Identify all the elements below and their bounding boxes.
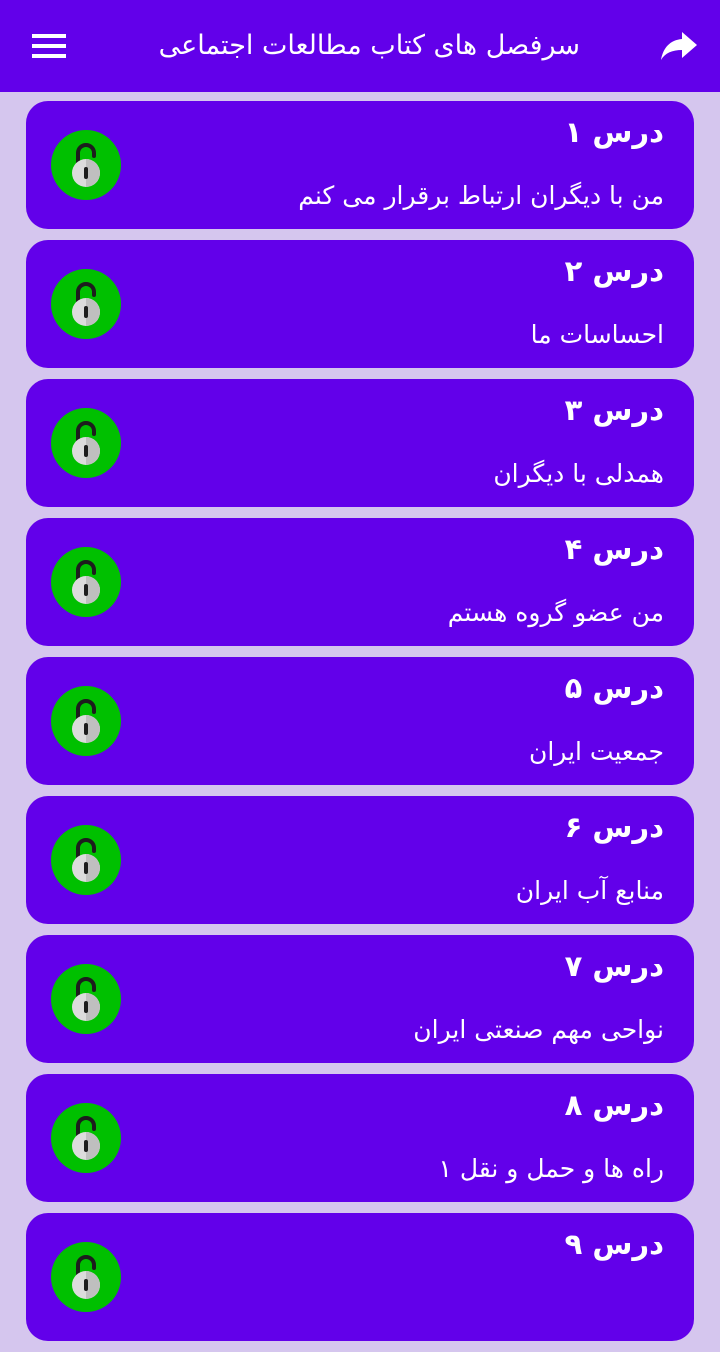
unlocked-padlock-icon	[51, 130, 121, 200]
lesson-subtitle: احساسات ما	[530, 320, 664, 349]
unlocked-padlock-icon	[51, 964, 121, 1034]
lesson-card[interactable]: درس ۸ راه ها و حمل و نقل ۱	[26, 1074, 694, 1202]
lesson-title: درس ۱	[564, 115, 664, 149]
unlocked-padlock-icon	[51, 1103, 121, 1173]
lesson-title: درس ۹	[564, 1227, 664, 1261]
menu-icon	[32, 34, 66, 58]
lesson-title: درس ۳	[564, 393, 664, 427]
lesson-card[interactable]: درس ۴ من عضو گروه هستم	[26, 518, 694, 646]
lesson-card[interactable]: درس ۹	[26, 1213, 694, 1341]
lesson-card[interactable]: درس ۳ همدلی با دیگران	[26, 379, 694, 507]
lesson-subtitle: نواحی مهم صنعتی ایران	[413, 1015, 664, 1044]
lesson-subtitle: راه ها و حمل و نقل ۱	[438, 1154, 664, 1183]
lesson-title: درس ۸	[564, 1088, 664, 1122]
app-bar: سرفصل های کتاب مطالعات اجتماعی	[0, 0, 720, 92]
lesson-title: درس ۵	[564, 671, 664, 705]
unlocked-padlock-icon	[51, 1242, 121, 1312]
lesson-card[interactable]: درس ۷ نواحی مهم صنعتی ایران	[26, 935, 694, 1063]
unlocked-padlock-icon	[51, 269, 121, 339]
lesson-subtitle: منابع آب ایران	[515, 876, 664, 905]
share-button[interactable]	[652, 22, 706, 70]
unlocked-padlock-icon	[51, 547, 121, 617]
lesson-subtitle: من عضو گروه هستم	[447, 598, 664, 627]
lesson-subtitle: جمعیت ایران	[528, 737, 664, 766]
lesson-card[interactable]: درس ۶ منابع آب ایران	[26, 796, 694, 924]
unlocked-padlock-icon	[51, 825, 121, 895]
lesson-title: درس ۲	[564, 254, 664, 288]
lesson-title: درس ۶	[564, 810, 664, 844]
menu-button[interactable]	[22, 24, 76, 68]
lesson-card[interactable]: درس ۵ جمعیت ایران	[26, 657, 694, 785]
page-title: سرفصل های کتاب مطالعات اجتماعی	[158, 30, 580, 61]
unlocked-padlock-icon	[51, 686, 121, 756]
share-icon	[661, 32, 697, 60]
lesson-subtitle: همدلی با دیگران	[493, 459, 664, 488]
lesson-title: درس ۷	[564, 949, 664, 983]
lesson-list: درس ۱ من با دیگران ارتباط برقرار می کنم …	[26, 101, 694, 1352]
lesson-title: درس ۴	[564, 532, 664, 566]
unlocked-padlock-icon	[51, 408, 121, 478]
lesson-subtitle: من با دیگران ارتباط برقرار می کنم	[298, 181, 664, 210]
lesson-card[interactable]: درس ۱ من با دیگران ارتباط برقرار می کنم	[26, 101, 694, 229]
lesson-card[interactable]: درس ۲ احساسات ما	[26, 240, 694, 368]
